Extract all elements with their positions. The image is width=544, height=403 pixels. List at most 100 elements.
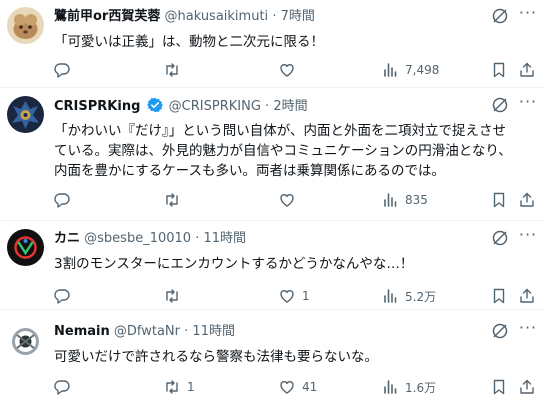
bookmark-button[interactable] <box>490 58 508 82</box>
grok-icon[interactable] <box>491 96 509 114</box>
tweet-text-line: 「可愛いは正義」は、動物と二次元に限る！ <box>54 34 324 50</box>
grok-icon[interactable] <box>491 322 509 340</box>
bookmark-icon <box>493 288 505 304</box>
views-icon <box>384 380 397 394</box>
timestamp[interactable]: 2時間 <box>273 99 307 114</box>
reply-icon <box>54 193 70 208</box>
views-button[interactable]: 835 <box>381 188 428 212</box>
more-icon[interactable]: ··· <box>518 5 538 25</box>
views-count: 1.6万 <box>405 380 437 395</box>
retweet-button[interactable]: 1 <box>163 375 195 399</box>
tweet-header: 鷺前甲or西賀芙蓉 @hakusaikimuti · 7時間 <box>54 8 496 26</box>
tweet[interactable]: 鷺前甲or西賀芙蓉 @hakusaikimuti · 7時間 ··· 「可愛いは… <box>0 0 544 88</box>
separator-dot: · <box>265 99 270 114</box>
like-icon <box>280 194 294 207</box>
timestamp[interactable]: 7時間 <box>281 9 315 24</box>
views-button[interactable]: 5.2万 <box>381 284 436 308</box>
like-icon <box>280 381 294 394</box>
display-name[interactable]: 鷺前甲or西賀芙蓉 <box>54 9 160 24</box>
action-bar: 1 5.2万 <box>48 284 538 308</box>
tweet-text-line: ている。実際は、外見的魅力が自信やコミュニケーションの円滑油となり、 <box>54 143 512 159</box>
avatar[interactable] <box>7 7 44 44</box>
retweet-button[interactable] <box>163 284 187 308</box>
tweet-text-line: 3割のモンスターにエンカウントするかどうかなんやな…！ <box>54 256 414 272</box>
views-icon <box>384 289 397 303</box>
like-icon <box>280 64 294 77</box>
separator-dot: · <box>195 231 200 246</box>
timestamp[interactable]: 11時間 <box>203 231 246 246</box>
action-bar: 1 41 1.6万 <box>48 375 538 399</box>
tweet[interactable]: CRISPRKing @CRISPRKING · 2時間 ··· 「かわいい『だ… <box>0 89 544 221</box>
reply-icon <box>54 289 70 304</box>
like-icon <box>280 290 294 303</box>
user-handle[interactable]: @hakusaikimuti <box>164 9 268 24</box>
tweet[interactable]: カニ @sbesbe_10010 · 11時間 ··· 3割のモンスターにエンカ… <box>0 222 544 310</box>
views-count: 7,498 <box>405 63 440 77</box>
share-icon <box>520 62 534 77</box>
reply-button[interactable] <box>53 188 77 212</box>
bookmark-icon <box>493 192 505 208</box>
retweet-button[interactable] <box>163 58 187 82</box>
retweet-icon <box>166 193 178 207</box>
separator-dot: · <box>184 324 189 339</box>
tweet-header: カニ @sbesbe_10010 · 11時間 <box>54 230 496 248</box>
grok-icon[interactable] <box>491 229 509 247</box>
like-button[interactable]: 1 <box>278 284 310 308</box>
user-handle[interactable]: @sbesbe_10010 <box>84 231 191 246</box>
views-button[interactable]: 1.6万 <box>381 375 436 399</box>
separator-dot: · <box>272 9 277 24</box>
views-icon <box>384 63 397 77</box>
bookmark-icon <box>493 379 505 395</box>
action-bar: 7,498 <box>48 58 538 82</box>
reply-icon <box>54 63 70 78</box>
share-icon <box>520 288 534 303</box>
share-icon <box>520 379 534 394</box>
avatar[interactable] <box>7 229 44 266</box>
display-name[interactable]: CRISPRKing <box>54 99 140 114</box>
user-handle[interactable]: @CRISPRKING <box>169 99 261 114</box>
share-button[interactable] <box>518 375 536 399</box>
more-icon[interactable]: ··· <box>518 320 538 340</box>
share-icon <box>520 192 534 207</box>
bookmark-icon <box>493 62 505 78</box>
more-icon[interactable]: ··· <box>518 227 538 247</box>
tweet-text-line: 内面を豊かにするケースも多い。両者は乗算関係にあるのでは。 <box>54 163 445 179</box>
share-button[interactable] <box>518 188 536 212</box>
avatar[interactable] <box>7 96 44 133</box>
reply-button[interactable] <box>53 375 77 399</box>
bookmark-button[interactable] <box>490 375 508 399</box>
display-name[interactable]: カニ <box>54 231 80 246</box>
share-button[interactable] <box>518 284 536 308</box>
tweet-text-line: 可愛いだけで許されるなら警察も法律も要らないな。 <box>54 349 378 365</box>
grok-icon[interactable] <box>491 7 509 25</box>
tweet-text: 可愛いだけで許されるなら警察も法律も要らないな。 <box>54 347 524 367</box>
avatar[interactable] <box>7 323 44 360</box>
retweet-icon <box>166 289 178 303</box>
reply-button[interactable] <box>53 58 77 82</box>
tweet-text: 3割のモンスターにエンカウントするかどうかなんやな…！ <box>54 254 524 274</box>
retweet-button[interactable] <box>163 188 187 212</box>
bookmark-button[interactable] <box>490 284 508 308</box>
timestamp[interactable]: 11時間 <box>192 324 235 339</box>
reply-button[interactable] <box>53 284 77 308</box>
like-button[interactable] <box>278 58 302 82</box>
like-count: 1 <box>302 289 310 303</box>
tweet-header: Nemain @DfwtaNr · 11時間 <box>54 323 496 341</box>
like-button[interactable]: 41 <box>278 375 317 399</box>
more-icon[interactable]: ··· <box>518 94 538 114</box>
views-button[interactable]: 7,498 <box>381 58 439 82</box>
like-count: 41 <box>302 380 318 394</box>
reply-icon <box>54 380 70 395</box>
tweet-text: 「かわいい『だけ』」という問い自体が、内面と外面を二項対立で捉えさせ ている。実… <box>54 121 524 181</box>
user-handle[interactable]: @DfwtaNr <box>114 324 180 339</box>
retweet-icon <box>166 63 178 77</box>
bookmark-button[interactable] <box>490 188 508 212</box>
views-icon <box>384 193 397 207</box>
display-name[interactable]: Nemain <box>54 324 110 339</box>
like-button[interactable] <box>278 188 302 212</box>
tweet-header: CRISPRKing @CRISPRKING · 2時間 <box>54 97 496 116</box>
views-count: 5.2万 <box>405 289 437 304</box>
action-bar: 835 <box>48 188 538 212</box>
share-button[interactable] <box>518 58 536 82</box>
tweet[interactable]: Nemain @DfwtaNr · 11時間 ··· 可愛いだけで許されるなら警… <box>0 311 544 403</box>
